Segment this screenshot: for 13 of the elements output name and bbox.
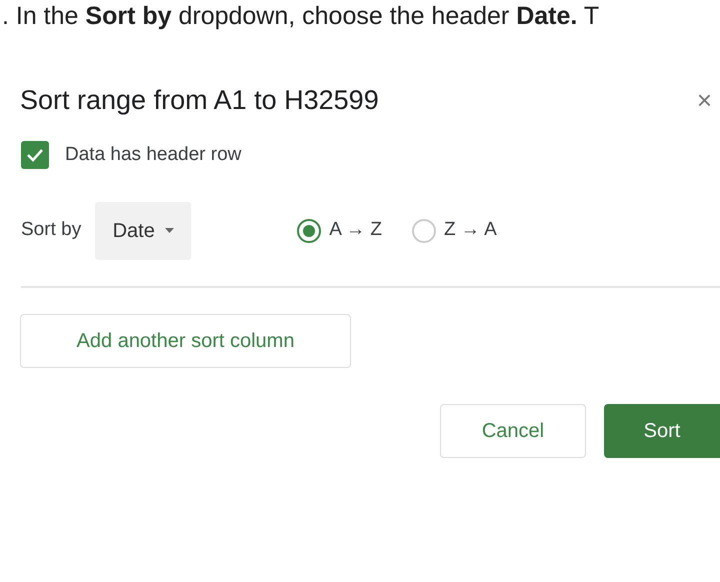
- sort-button[interactable]: Sort: [604, 404, 720, 458]
- sort-order-radio[interactable]: A → Z: [297, 216, 382, 245]
- sort-column-dropdown[interactable]: Date: [95, 202, 192, 260]
- close-button[interactable]: ×: [696, 87, 712, 113]
- instruction-text: . In the Sort by dropdown, choose the header Date. T: [1, 1, 600, 31]
- add-sort-column-button[interactable]: Add another sort column: [20, 314, 351, 368]
- sort-order-radio[interactable]: Z → A: [412, 216, 497, 245]
- caret-icon: [164, 228, 174, 233]
- sort-by-label: Sort by: [21, 218, 82, 242]
- checkbox-label: Data has header row: [65, 143, 242, 167]
- cancel-button[interactable]: Cancel: [440, 404, 586, 458]
- dialog-title: Sort range from A1 to H32599: [20, 84, 379, 117]
- checkbox[interactable]: [21, 141, 49, 170]
